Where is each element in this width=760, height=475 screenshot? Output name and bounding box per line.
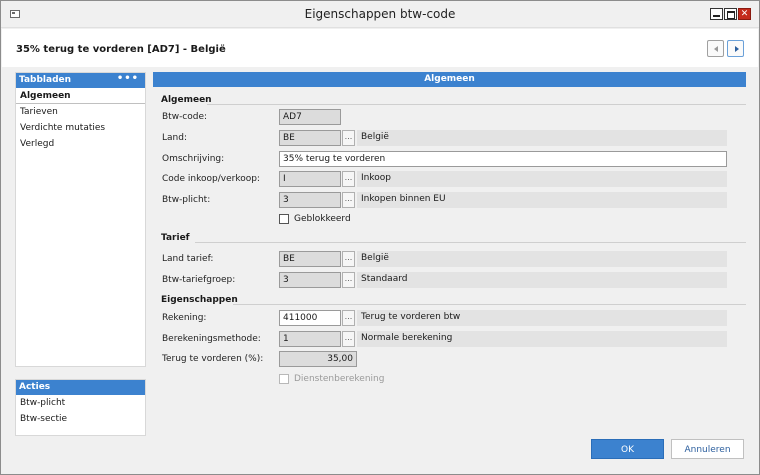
record-title: 35% terug te vorderen [AD7] - België	[16, 44, 226, 55]
land-lookup-button[interactable]: ...	[342, 130, 355, 146]
code-inkoop-label: Code inkoop/verkoop:	[162, 174, 260, 184]
berekeningsmethode-field[interactable]: 1	[279, 331, 341, 347]
action-btw-sectie[interactable]: Btw-sectie	[16, 411, 145, 427]
dienstenberekening-label: Dienstenberekening	[294, 374, 385, 384]
berekeningsmethode-label: Berekeningsmethode:	[162, 334, 261, 344]
code-inkoop-lookup-button[interactable]: ...	[342, 171, 355, 187]
dialog-window: Eigenschappen btw-code ✕ 35% terug te vo…	[0, 0, 760, 475]
section-divider	[195, 242, 746, 243]
cancel-button[interactable]: Annuleren	[671, 439, 744, 459]
land-tarief-description: België	[357, 251, 727, 267]
dienstenberekening-checkbox[interactable]	[279, 374, 289, 384]
tabs-panel-header: Tabbladen •••	[16, 73, 145, 88]
main-panel: Algemeen Algemeen Btw-code: AD7 Land: BE…	[153, 72, 746, 435]
rekening-label: Rekening:	[162, 313, 207, 323]
actions-panel: Acties Btw-plicht Btw-sectie	[15, 379, 146, 436]
berekeningsmethode-description: Normale berekening	[357, 331, 727, 347]
omschrijving-label: Omschrijving:	[162, 154, 225, 164]
rekening-field[interactable]: 411000	[279, 310, 341, 326]
action-btw-plicht[interactable]: Btw-plicht	[16, 395, 145, 411]
section-title-tarief: Tarief	[161, 233, 190, 243]
land-label: Land:	[162, 133, 187, 143]
geblokkeerd-label: Geblokkeerd	[294, 214, 351, 224]
main-panel-header: Algemeen	[153, 72, 746, 87]
btw-code-label: Btw-code:	[162, 112, 208, 122]
rekening-lookup-button[interactable]: ...	[342, 310, 355, 326]
more-options-icon[interactable]: •••	[117, 73, 139, 84]
btw-tariefgroep-label: Btw-tariefgroep:	[162, 275, 236, 285]
btw-plicht-description: Inkopen binnen EU	[357, 192, 727, 208]
code-inkoop-description: Inkoop	[357, 171, 727, 187]
title-bar[interactable]: Eigenschappen btw-code ✕	[1, 1, 759, 28]
land-tarief-label: Land tarief:	[162, 254, 214, 264]
close-button[interactable]: ✕	[738, 8, 751, 20]
previous-record-button[interactable]	[707, 40, 724, 57]
section-title-eigenschappen: Eigenschappen	[161, 295, 238, 305]
btw-tariefgroep-field[interactable]: 3	[279, 272, 341, 288]
omschrijving-field[interactable]: 35% terug te vorderen	[279, 151, 727, 167]
section-divider	[207, 104, 746, 105]
record-header: 35% terug te vorderen [AD7] - België	[2, 29, 758, 67]
actions-panel-header: Acties	[16, 380, 145, 395]
terug-te-vorderen-field[interactable]: 35,00	[279, 351, 357, 367]
btw-tariefgroep-lookup-button[interactable]: ...	[342, 272, 355, 288]
tabs-panel: Tabbladen ••• Algemeen Tarieven Verdicht…	[15, 72, 146, 367]
btw-plicht-lookup-button[interactable]: ...	[342, 192, 355, 208]
minimize-button[interactable]	[710, 8, 723, 20]
code-inkoop-field[interactable]: I	[279, 171, 341, 187]
next-record-button[interactable]	[727, 40, 744, 57]
btw-plicht-field[interactable]: 3	[279, 192, 341, 208]
berekeningsmethode-lookup-button[interactable]: ...	[342, 331, 355, 347]
rekening-description: Terug te vorderen btw	[357, 310, 727, 326]
btw-code-field[interactable]: AD7	[279, 109, 341, 125]
section-title-algemeen: Algemeen	[161, 95, 212, 105]
tab-verdichte-mutaties[interactable]: Verdichte mutaties	[16, 120, 145, 136]
land-field[interactable]: BE	[279, 130, 341, 146]
maximize-button[interactable]	[724, 8, 737, 20]
window-title: Eigenschappen btw-code	[304, 7, 456, 21]
land-description: België	[357, 130, 727, 146]
ok-button[interactable]: OK	[591, 439, 664, 459]
btw-plicht-label: Btw-plicht:	[162, 195, 211, 205]
tab-verlegd[interactable]: Verlegd	[16, 136, 145, 152]
tab-tarieven[interactable]: Tarieven	[16, 104, 145, 120]
tab-algemeen[interactable]: Algemeen	[16, 88, 145, 104]
section-divider	[233, 304, 746, 305]
btw-tariefgroep-description: Standaard	[357, 272, 727, 288]
tabs-panel-title: Tabbladen	[19, 75, 72, 85]
terug-te-vorderen-label: Terug te vorderen (%):	[162, 354, 264, 364]
land-tarief-field[interactable]: BE	[279, 251, 341, 267]
land-tarief-lookup-button[interactable]: ...	[342, 251, 355, 267]
geblokkeerd-checkbox[interactable]	[279, 214, 289, 224]
